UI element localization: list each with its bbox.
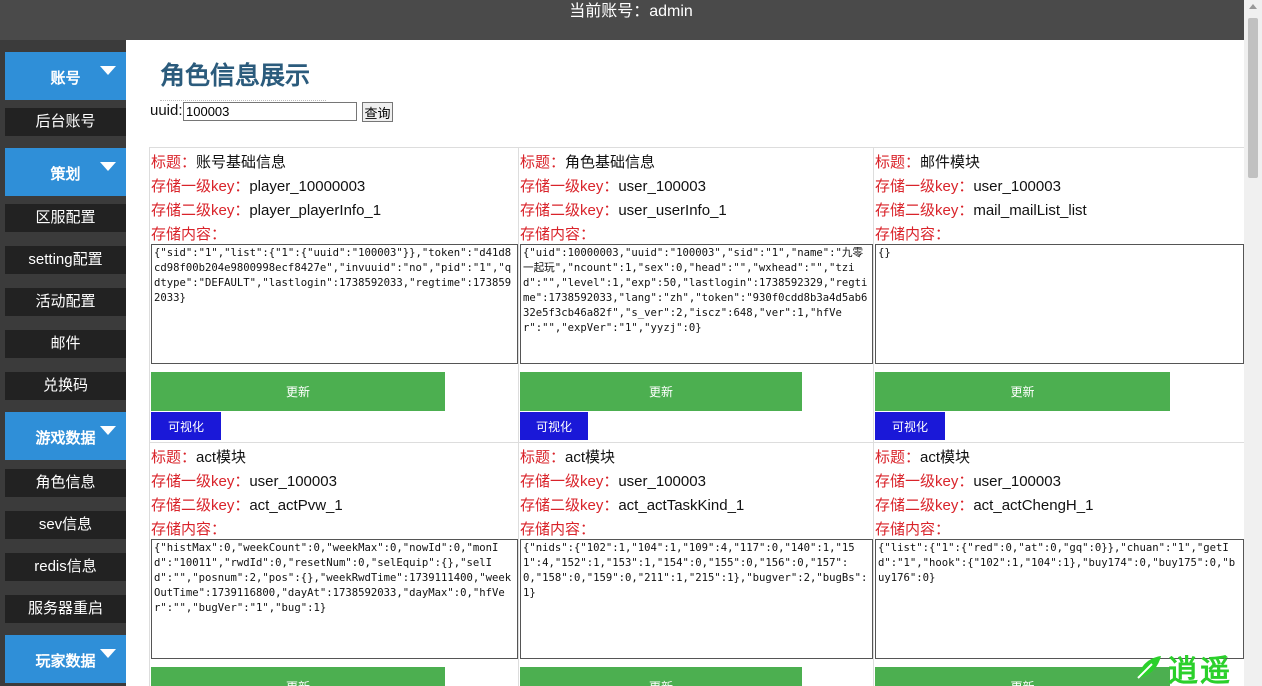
sidebar-item-server-config[interactable]: 区服配置 — [5, 204, 126, 232]
grid-divider — [873, 148, 874, 686]
title-key: 标题： — [520, 154, 566, 171]
card-title: 邮件模块 — [920, 154, 981, 171]
card-key2: act_actPvw_1 — [249, 497, 343, 514]
sidebar: 账号 后台账号 策划 区服配置 setting配置 活动配置 邮件 兑换码 游戏… — [0, 40, 126, 686]
nav-section-player-data[interactable]: 玩家数据 — [5, 635, 126, 683]
visualize-button[interactable]: 可视化 — [875, 412, 945, 440]
visualize-button[interactable]: 可视化 — [520, 412, 588, 440]
current-account-label: 当前账号：admin — [569, 3, 693, 20]
card-key1: user_100003 — [249, 473, 337, 490]
title-key: 标题： — [520, 449, 566, 466]
watermark: 逍遥 — [1132, 642, 1250, 686]
content-textarea[interactable]: {} — [875, 244, 1244, 364]
key1-label: 存储一级key： — [151, 178, 250, 195]
update-button[interactable]: 更新 — [520, 667, 802, 686]
card-title: 角色基础信息 — [565, 154, 656, 171]
sidebar-item-redis-info[interactable]: redis信息 — [5, 553, 126, 581]
query-button[interactable]: 查询 — [362, 102, 393, 122]
card-key1: user_100003 — [618, 178, 706, 195]
update-button[interactable]: 更新 — [151, 372, 445, 411]
content-label: 存储内容： — [151, 521, 227, 538]
sidebar-item-mail[interactable]: 邮件 — [5, 330, 126, 358]
scroll-up-icon[interactable] — [1249, 4, 1257, 9]
update-button[interactable]: 更新 — [875, 372, 1170, 411]
vertical-scrollbar[interactable] — [1244, 0, 1262, 686]
card-key2: act_actTaskKind_1 — [618, 497, 745, 514]
key2-label: 存储二级key： — [151, 497, 250, 514]
content-textarea[interactable]: {"nids":{"102":1,"104":1,"109":4,"117":0… — [520, 539, 873, 659]
key2-label: 存储二级key： — [875, 202, 974, 219]
uuid-label: uuid: — [150, 102, 183, 119]
key1-label: 存储一级key： — [151, 473, 250, 490]
content-textarea[interactable]: {"uid":10000003,"uuid":"100003","sid":"1… — [520, 244, 873, 364]
caret-down-icon — [100, 649, 116, 658]
update-button[interactable]: 更新 — [875, 667, 1170, 686]
content-label: 存储内容： — [520, 521, 596, 538]
caret-down-icon — [100, 162, 116, 171]
update-button[interactable]: 更新 — [151, 667, 445, 686]
content-label: 存储内容： — [520, 226, 596, 243]
card-title: act模块 — [920, 449, 971, 466]
card-key2: player_playerInfo_1 — [249, 202, 382, 219]
content-textarea[interactable]: {"list":{"1":{"red":0,"at":0,"gq":0}},"c… — [875, 539, 1244, 659]
sidebar-item-sev-info[interactable]: sev信息 — [5, 511, 126, 539]
card-key1: user_100003 — [973, 473, 1061, 490]
content-textarea[interactable]: {"sid":"1","list":{"1":{"uuid":"100003"}… — [151, 244, 518, 364]
sidebar-item-setting-config[interactable]: setting配置 — [5, 246, 126, 274]
content-textarea[interactable]: {"histMax":0,"weekCount":0,"weekMax":0,"… — [151, 539, 518, 659]
sidebar-item-role-info[interactable]: 角色信息 — [5, 469, 126, 497]
title-key: 标题： — [151, 154, 197, 171]
card-key1: user_100003 — [973, 178, 1061, 195]
watermark-text: 逍遥 — [1168, 655, 1232, 686]
card-key1: user_100003 — [618, 473, 706, 490]
grid-divider — [150, 442, 1244, 443]
content-label: 存储内容： — [875, 521, 951, 538]
key2-label: 存储二级key： — [520, 497, 619, 514]
title-key: 标题： — [875, 154, 921, 171]
sidebar-item-activity-config[interactable]: 活动配置 — [5, 288, 126, 316]
card-key2: user_userInfo_1 — [618, 202, 727, 219]
sidebar-item-redeem-code[interactable]: 兑换码 — [5, 372, 126, 400]
title-key: 标题： — [151, 449, 197, 466]
card-key1: player_10000003 — [249, 178, 366, 195]
key1-label: 存储一级key： — [520, 473, 619, 490]
card-key2: mail_mailList_list — [973, 202, 1087, 219]
title-key: 标题： — [875, 449, 921, 466]
content-label: 存储内容： — [151, 226, 227, 243]
main-content: 角色信息展示 uuid: 查询 标题：账号基础信息 存储一级key：player… — [126, 40, 1244, 686]
key2-label: 存储二级key： — [151, 202, 250, 219]
key2-label: 存储二级key： — [520, 202, 619, 219]
sidebar-item-server-restart[interactable]: 服务器重启 — [5, 595, 126, 623]
caret-down-icon — [100, 66, 116, 75]
nav-section-account[interactable]: 账号 — [5, 52, 126, 100]
card-key2: act_actChengH_1 — [973, 497, 1094, 514]
caret-down-icon — [100, 426, 116, 435]
page-title: 角色信息展示 — [160, 62, 311, 90]
update-button[interactable]: 更新 — [520, 372, 802, 411]
grid-divider — [518, 148, 519, 686]
leaf-logo-icon — [1137, 656, 1161, 679]
key2-label: 存储二级key： — [875, 497, 974, 514]
nav-section-game-data[interactable]: 游戏数据 — [5, 412, 126, 460]
key1-label: 存储一级key： — [875, 473, 974, 490]
visualize-button[interactable]: 可视化 — [151, 412, 221, 440]
data-grid: 标题：账号基础信息 存储一级key：player_10000003 存储二级ke… — [149, 147, 1244, 686]
card-title: act模块 — [565, 449, 616, 466]
card-title: act模块 — [196, 449, 247, 466]
key1-label: 存储一级key： — [875, 178, 974, 195]
scrollbar-thumb[interactable] — [1248, 18, 1258, 178]
nav-section-planning[interactable]: 策划 — [5, 148, 126, 196]
content-label: 存储内容： — [875, 226, 951, 243]
title-divider — [160, 100, 326, 101]
sidebar-item-admin-account[interactable]: 后台账号 — [5, 108, 126, 136]
top-bar: 当前账号：admin — [0, 0, 1262, 40]
card-title: 账号基础信息 — [196, 154, 287, 171]
key1-label: 存储一级key： — [520, 178, 619, 195]
uuid-input[interactable] — [183, 102, 357, 121]
